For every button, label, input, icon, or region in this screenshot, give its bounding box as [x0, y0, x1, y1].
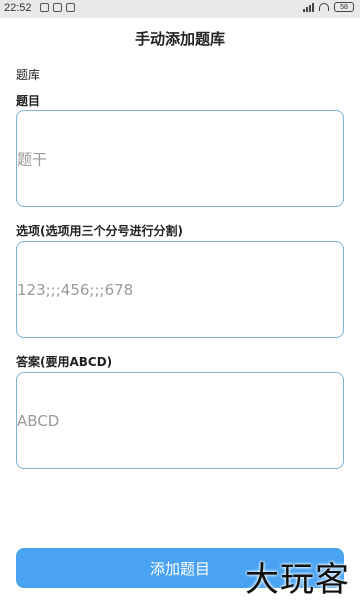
- status-bar: 22:52 58: [0, 0, 360, 18]
- settings-icon: [66, 3, 75, 12]
- status-right: 58: [303, 2, 354, 12]
- battery-icon: 58: [334, 2, 354, 12]
- status-time: 22:52: [4, 2, 32, 14]
- status-left-icons: [40, 3, 75, 12]
- add-question-button[interactable]: 添加题目: [16, 548, 344, 588]
- options-label: 选项(选项用三个分号进行分割): [16, 224, 183, 238]
- answer-field[interactable]: ABCD: [16, 372, 344, 469]
- question-label: 题目: [16, 94, 41, 108]
- options-value: 123;;;456;;;678: [17, 280, 134, 299]
- signal-icon: [303, 2, 314, 12]
- wifi-icon: [319, 3, 329, 11]
- options-field[interactable]: 123;;;456;;;678: [16, 241, 344, 338]
- question-field[interactable]: 题干: [16, 110, 344, 207]
- answer-label: 答案(要用ABCD): [16, 355, 113, 369]
- page-title: 手动添加题库: [134, 30, 225, 48]
- bank-label: 题库: [16, 68, 41, 82]
- image-icon: [53, 3, 62, 12]
- answer-value: ABCD: [17, 411, 60, 430]
- notification-icon: [40, 3, 49, 12]
- question-value: 题干: [17, 150, 48, 168]
